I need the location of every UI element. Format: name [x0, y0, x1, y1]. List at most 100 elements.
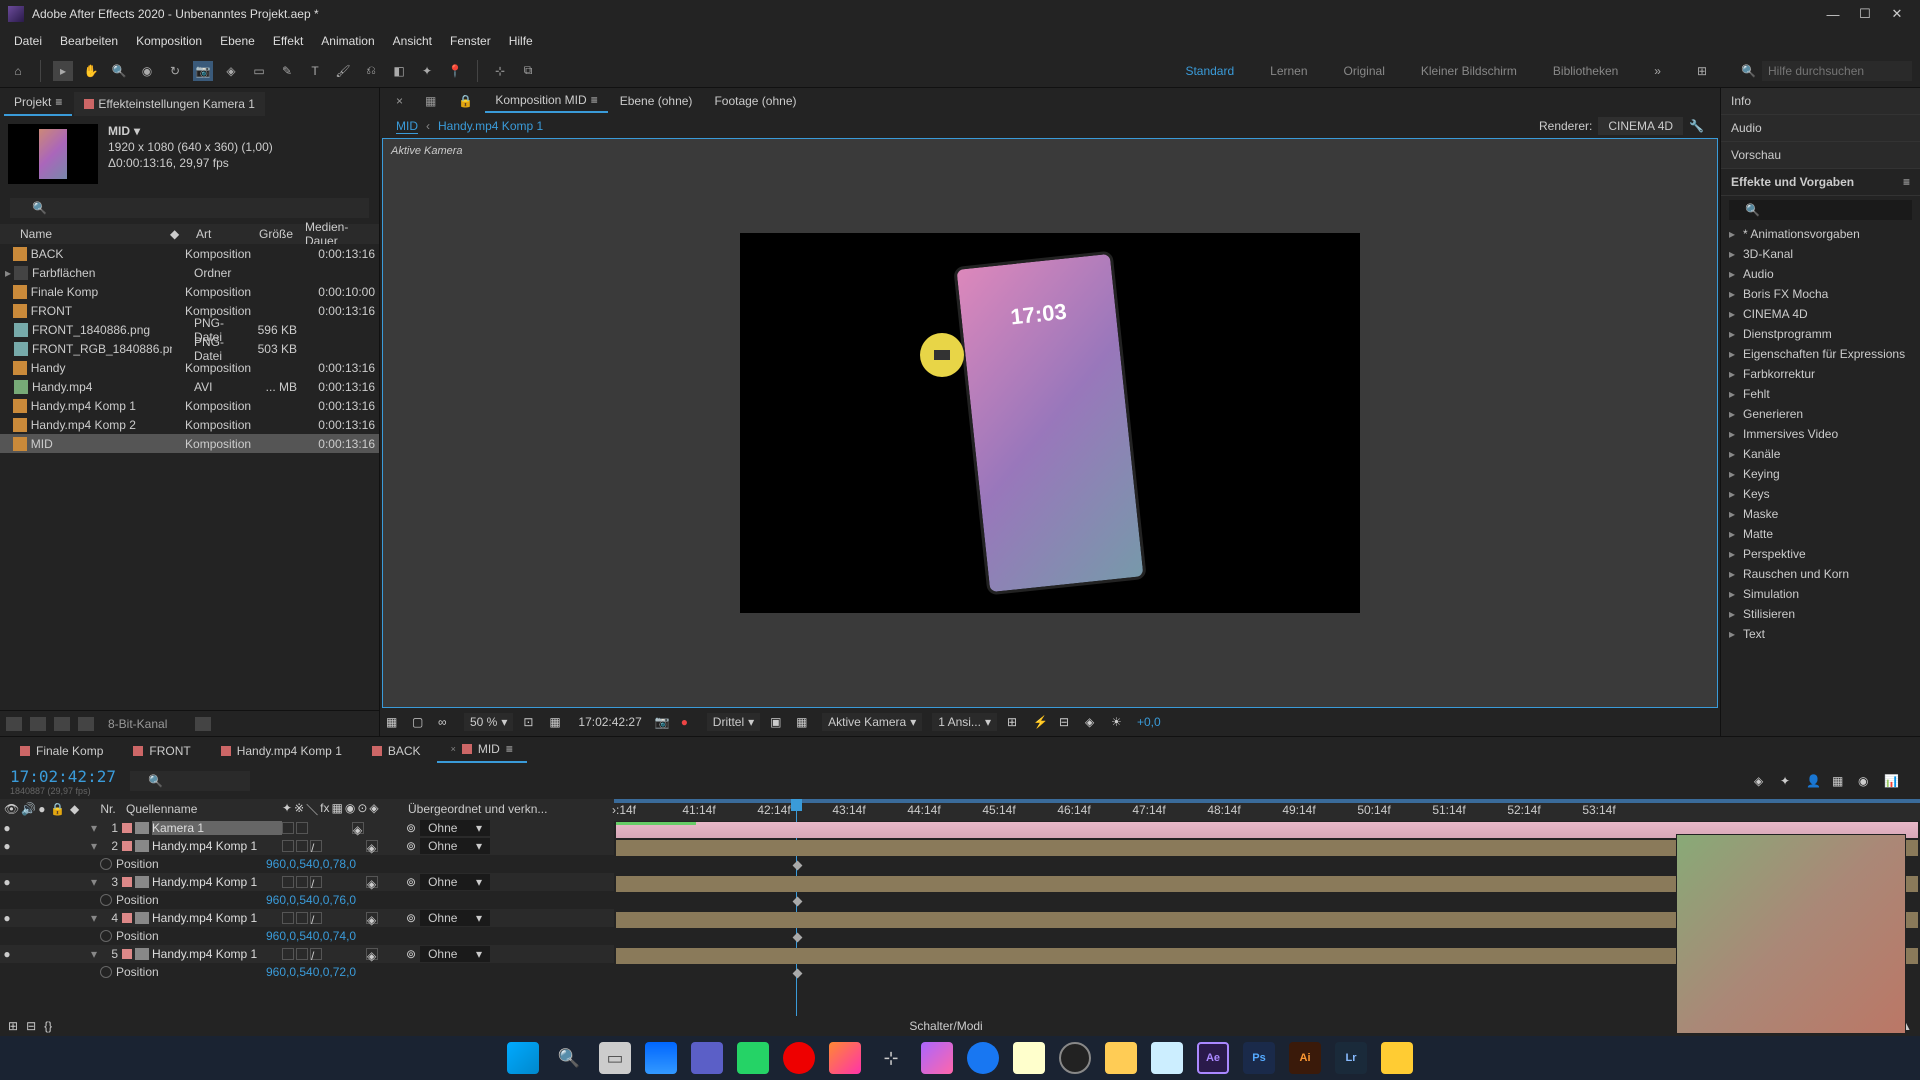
new-comp-icon[interactable] [30, 717, 46, 731]
project-item[interactable]: FRONT_RGB_1840886.pngPNG-Datei503 KB [0, 339, 379, 358]
timeline-layer[interactable]: ●▾2Handy.mp4 Komp 1/◈⊚Ohne ▾ [0, 837, 614, 855]
effect-category[interactable]: ▸Farbkorrektur [1721, 364, 1920, 384]
after-effects-icon[interactable]: Ae [1197, 1042, 1229, 1074]
project-item[interactable]: FRONT_1840886.pngPNG-Datei596 KB [0, 320, 379, 339]
menu-datei[interactable]: Datei [6, 31, 50, 51]
time-ruler[interactable]: ›:14f41:14f42:14f43:14f44:14f45:14f46:14… [614, 799, 1920, 821]
messenger-icon[interactable] [921, 1042, 953, 1074]
taskbar-search-icon[interactable]: 🔍 [553, 1042, 585, 1074]
illustrator-icon[interactable]: Ai [1289, 1042, 1321, 1074]
panel-menu-icon[interactable]: ≡ [1903, 175, 1910, 189]
channel-icon[interactable]: ● [681, 715, 697, 729]
resolution-icon[interactable]: ⊡ [523, 715, 539, 729]
app-icon[interactable]: ⊹ [875, 1042, 907, 1074]
resolution-select[interactable]: Drittel ▾ [707, 713, 760, 731]
solo-col-icon[interactable]: ● [38, 802, 45, 816]
timeline-tab[interactable]: Finale Komp [6, 739, 117, 763]
roto-tool-icon[interactable]: ✦ [417, 61, 437, 81]
explorer-icon[interactable] [1105, 1042, 1137, 1074]
brush-tool-icon[interactable]: 🖌 [333, 61, 353, 81]
breadcrumb-child[interactable]: Handy.mp4 Komp 1 [438, 119, 543, 133]
menu-hilfe[interactable]: Hilfe [501, 31, 541, 51]
col-layer-name[interactable]: Quellenname [122, 802, 282, 816]
timeline-tab[interactable]: ×MID ≡ [437, 737, 527, 763]
puppet-tool-icon[interactable]: 📍 [445, 61, 465, 81]
effect-category[interactable]: ▸Keying [1721, 464, 1920, 484]
viewer-timecode[interactable]: 17:02:42:27 [575, 715, 644, 729]
effect-category[interactable]: ▸Perspektive [1721, 544, 1920, 564]
effect-category[interactable]: ▸* Animationsvorgaben [1721, 224, 1920, 244]
timeline-tab[interactable]: FRONT [119, 739, 204, 763]
keyframe-icon[interactable] [793, 969, 803, 979]
photoshop-icon[interactable]: Ps [1243, 1042, 1275, 1074]
fast-preview-icon[interactable]: ⚡ [1033, 715, 1049, 729]
comp-tab-mid[interactable]: Komposition MID ≡ [485, 89, 607, 113]
rotation-tool-icon[interactable]: ↻ [165, 61, 185, 81]
menu-ebene[interactable]: Ebene [212, 31, 263, 51]
phone-layer[interactable]: 17:03 [953, 251, 1147, 596]
effect-category[interactable]: ▸Audio [1721, 264, 1920, 284]
project-item[interactable]: HandyKomposition0:00:13:16 [0, 358, 379, 377]
firefox-icon[interactable] [829, 1042, 861, 1074]
orbit-tool-icon[interactable]: ◉ [137, 61, 157, 81]
exposure-reset-icon[interactable]: ☀ [1111, 715, 1127, 729]
grid-icon[interactable]: ▦ [549, 715, 565, 729]
widgets-icon[interactable] [645, 1042, 677, 1074]
flowchart-footer-icon[interactable]: ◈ [1085, 715, 1101, 729]
col-name[interactable]: Name [0, 227, 170, 241]
notepad-icon[interactable] [1151, 1042, 1183, 1074]
hand-tool-icon[interactable]: ✋ [81, 61, 101, 81]
sticky-notes-icon[interactable] [1013, 1042, 1045, 1074]
app-icon-2[interactable] [1381, 1042, 1413, 1074]
eraser-tool-icon[interactable]: ◧ [389, 61, 409, 81]
composition-viewer[interactable]: Aktive Kamera 17:03 [382, 138, 1718, 708]
effects-panel-header[interactable]: Effekte und Vorgaben≡ [1721, 169, 1920, 196]
keyframe-icon[interactable] [793, 933, 803, 943]
comp-flowchart-icon[interactable]: ◈ [1754, 774, 1770, 788]
effect-category[interactable]: ▸Kanäle [1721, 444, 1920, 464]
draft-3d-icon[interactable]: ✦ [1780, 774, 1796, 788]
workspace-grid-icon[interactable]: ⊞ [1691, 64, 1713, 78]
axis-icon[interactable]: ⊹ [490, 61, 510, 81]
project-item[interactable]: BACKKomposition0:00:13:16 [0, 244, 379, 263]
effect-category[interactable]: ▸Stilisieren [1721, 604, 1920, 624]
project-tab[interactable]: Projekt ≡ [4, 90, 72, 116]
layer-property[interactable]: Position960,0,540,0,74,0 [0, 927, 614, 945]
audio-panel-tab[interactable]: Audio [1721, 115, 1920, 142]
facebook-icon[interactable] [967, 1042, 999, 1074]
effect-category[interactable]: ▸Text [1721, 624, 1920, 644]
camera-select[interactable]: Aktive Kamera ▾ [822, 713, 922, 731]
loop-icon[interactable]: ∞ [438, 715, 454, 729]
effect-category[interactable]: ▸Boris FX Mocha [1721, 284, 1920, 304]
timeline-layer[interactable]: ●▾3Handy.mp4 Komp 1/◈⊚Ohne ▾ [0, 873, 614, 891]
timeline-layer[interactable]: ●▾1Kamera 1◈⊚Ohne ▾ [0, 819, 614, 837]
renderer-settings-icon[interactable]: 🔧 [1689, 119, 1704, 133]
selection-tool-icon[interactable]: ▸ [53, 61, 73, 81]
camera-tool-icon[interactable]: 📷 [193, 61, 213, 81]
timeline-layer[interactable]: ●▾5Handy.mp4 Komp 1/◈⊚Ohne ▾ [0, 945, 614, 963]
dropdown-icon[interactable]: ▾ [134, 124, 140, 138]
comp-tab-ebene[interactable]: Ebene (ohne) [610, 90, 703, 112]
minimize-button[interactable]: — [1826, 7, 1840, 21]
breadcrumb-root[interactable]: MID [396, 119, 418, 134]
timeline-layer[interactable]: ●▾4Handy.mp4 Komp 1/◈⊚Ohne ▾ [0, 909, 614, 927]
interpret-footage-icon[interactable] [6, 717, 22, 731]
exposure-value[interactable]: +0,0 [1137, 715, 1161, 729]
menu-bearbeiten[interactable]: Bearbeiten [52, 31, 126, 51]
keyframe-icon[interactable] [793, 897, 803, 907]
pixel-aspect-icon[interactable]: ⊞ [1007, 715, 1023, 729]
effect-category[interactable]: ▸3D-Kanal [1721, 244, 1920, 264]
mask-icon[interactable]: ▢ [412, 715, 428, 729]
workspace-lernen[interactable]: Lernen [1264, 64, 1313, 78]
clone-tool-icon[interactable]: ⎌ [361, 61, 381, 81]
panel-menu-icon[interactable]: ≡ [55, 95, 62, 109]
audio-col-icon[interactable]: 🔊 [21, 802, 36, 816]
zoom-select[interactable]: 50 % ▾ [464, 713, 513, 731]
effect-category[interactable]: ▸Immersives Video [1721, 424, 1920, 444]
start-button[interactable] [507, 1042, 539, 1074]
obs-icon[interactable] [1059, 1042, 1091, 1074]
task-view-icon[interactable]: ▭ [599, 1042, 631, 1074]
project-item[interactable]: FRONTKomposition0:00:13:16 [0, 301, 379, 320]
opera-icon[interactable] [783, 1042, 815, 1074]
effect-category[interactable]: ▸Maske [1721, 504, 1920, 524]
